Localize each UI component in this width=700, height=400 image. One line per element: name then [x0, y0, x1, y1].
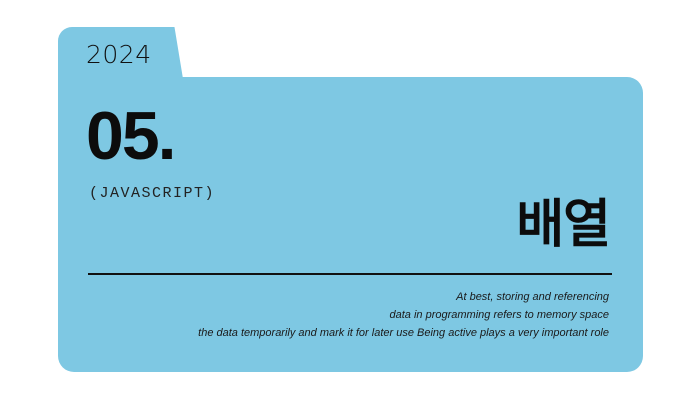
title-card: 2024 05. (JAVASCRIPT) 배열 At best, storin…	[0, 0, 700, 400]
description-line: the data temporarily and mark it for lat…	[198, 327, 609, 339]
year-label: 2024	[86, 40, 152, 69]
description-line: data in programming refers to memory spa…	[389, 309, 609, 321]
topic-title: 배열	[516, 195, 611, 255]
description-line: At best, storing and referencing	[456, 291, 609, 303]
subject-tag: (JAVASCRIPT)	[89, 185, 216, 202]
chapter-number: 05.	[86, 98, 177, 174]
description: At best, storing and referencing data in…	[139, 288, 609, 342]
divider-line	[88, 273, 612, 275]
